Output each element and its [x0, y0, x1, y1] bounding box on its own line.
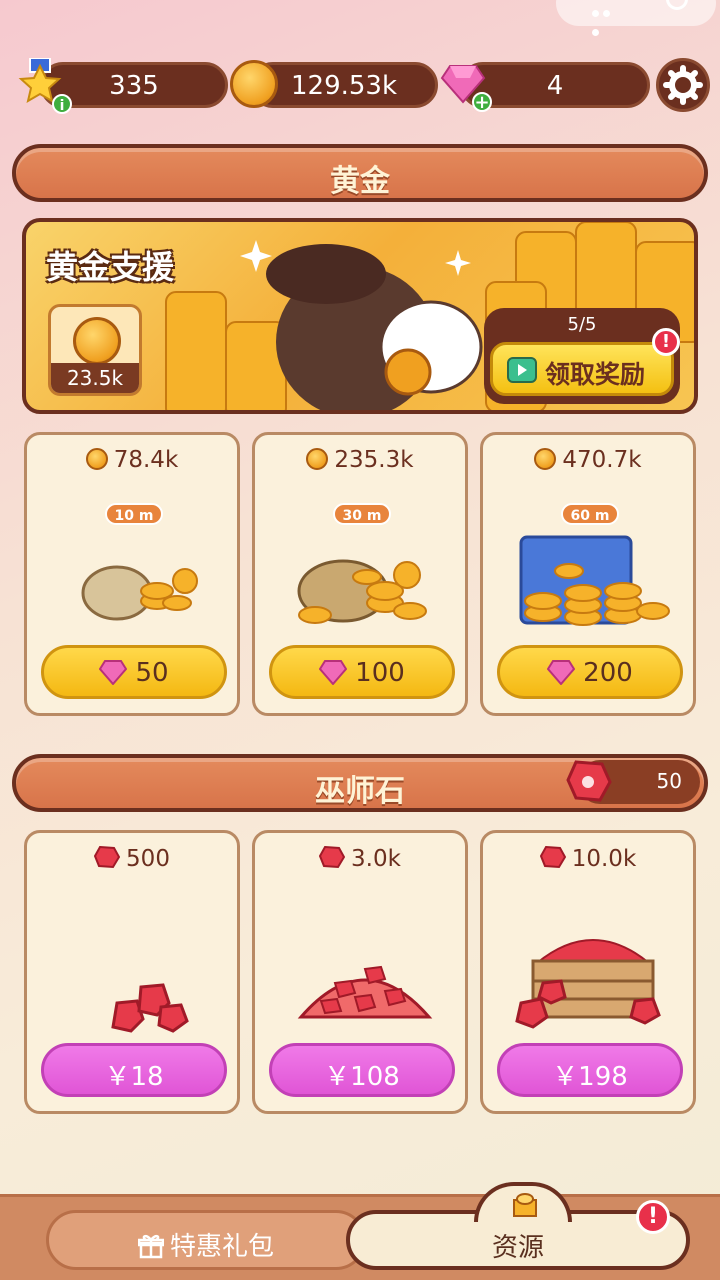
mini-program-capsule[interactable] [556, 0, 716, 36]
close-ring-icon[interactable] [666, 0, 688, 10]
wizard-stone-icon [319, 845, 346, 869]
buy-wizard-stone-button[interactable]: ￥198 [497, 1043, 683, 1097]
paw-coin-icon [534, 448, 557, 470]
resources-tab-cap [474, 1182, 572, 1222]
buy-gold-button[interactable]: 200 [497, 645, 683, 699]
wizard-stone-icon [539, 845, 566, 869]
wizard-stone-icon [566, 760, 612, 802]
gold-pack-cost: 200 [583, 658, 633, 688]
more-dots-icon[interactable] [592, 2, 622, 36]
stars-value: 335 [109, 71, 159, 101]
resource-chest-icon [513, 1193, 537, 1217]
settings-button[interactable] [656, 58, 710, 112]
tab-resources-label: 资源 [491, 1233, 544, 1263]
wizard-stone-amount: 10.0k [483, 845, 693, 872]
claim-count: 5/5 [567, 314, 597, 335]
tab-alert-badge-icon: ! [636, 1200, 670, 1234]
wizard-stone-amount: 3.0k [255, 845, 465, 872]
duration-tag: 10 m [105, 503, 163, 525]
paw-coin-icon [306, 448, 329, 470]
wizard-stone-price: ￥198 [552, 1062, 628, 1092]
small-stone-pile-icon [111, 983, 189, 1033]
wizard-stone-pack-card[interactable]: 3.0k ￥108 [252, 830, 468, 1114]
tab-special-bundles[interactable]: 特惠礼包 [46, 1210, 366, 1270]
gold-pack-cost: 50 [135, 658, 169, 688]
paw-coin-icon [73, 317, 121, 365]
gift-icon [137, 1234, 165, 1259]
gold-pack-card[interactable]: 470.7k 60 m 200 [480, 432, 696, 716]
gem-icon[interactable]: + [440, 60, 492, 112]
stone-crate-icon [515, 939, 661, 1029]
alert-badge-icon: ! [652, 328, 680, 356]
gold-pack-card[interactable]: 235.3k 30 m 100 [252, 432, 468, 716]
add-gems-icon[interactable]: + [472, 92, 492, 112]
banner-reward-amount: 23.5k [51, 363, 139, 393]
wizard-stone-price: ￥18 [104, 1062, 164, 1092]
gold-section-title: 黄金 [330, 164, 390, 199]
star-medal-icon[interactable]: i [16, 57, 72, 114]
gold-counter: 129.53k [250, 62, 438, 108]
gem-icon [319, 660, 348, 685]
large-coin-bag-icon [297, 559, 427, 624]
banner-reward-box: 23.5k [48, 304, 142, 396]
gold-pack-amount: 235.3k [255, 447, 465, 473]
buy-gold-button[interactable]: 100 [269, 645, 455, 699]
gold-pack-amount: 78.4k [27, 447, 237, 473]
buy-wizard-stone-button[interactable]: ￥18 [41, 1043, 227, 1097]
banner-title: 黄金支援 [46, 248, 175, 286]
gold-section-header: 黄金 [12, 144, 708, 202]
gold-support-banner: 黄金支援 23.5k 5/5 领取奖励 [22, 218, 698, 414]
buy-gold-button[interactable]: 50 [41, 645, 227, 699]
gem-icon [99, 660, 128, 685]
tab-special-bundles-label: 特惠礼包 [169, 1232, 274, 1262]
claim-reward-panel: 5/5 领取奖励 [484, 308, 680, 404]
duration-tag: 60 m [561, 503, 619, 525]
gold-pack-cost: 100 [355, 658, 405, 688]
gem-icon [547, 660, 576, 685]
wizard-stone-pack-card[interactable]: 10.0k ￥198 [480, 830, 696, 1114]
small-coin-bag-icon [81, 565, 198, 621]
wizard-stone-pack-card[interactable]: 500 ￥18 [24, 830, 240, 1114]
wizard-stone-amount: 500 [27, 845, 237, 872]
gold-pack-card[interactable]: 78.4k 10 m 50 [24, 432, 240, 716]
claim-reward-button[interactable]: 领取奖励 [490, 342, 674, 396]
duration-tag: 30 m [333, 503, 391, 525]
paw-coin-icon [85, 448, 108, 470]
gold-value: 129.53k [290, 71, 398, 101]
paw-coin-icon [230, 60, 278, 108]
buy-wizard-stone-button[interactable]: ￥108 [269, 1043, 455, 1097]
video-ad-icon [507, 357, 537, 383]
wizard-stone-owned: 50 [656, 769, 682, 793]
gold-pack-amount: 470.7k [483, 447, 693, 473]
wizard-stone-icon [94, 845, 121, 869]
claim-reward-label: 领取奖励 [545, 360, 646, 389]
stone-heap-icon [297, 965, 433, 1019]
info-badge-icon[interactable]: i [52, 94, 72, 114]
gear-icon [663, 65, 703, 105]
coin-safe-icon [519, 535, 670, 626]
wizard-stone-price: ￥108 [324, 1062, 400, 1092]
